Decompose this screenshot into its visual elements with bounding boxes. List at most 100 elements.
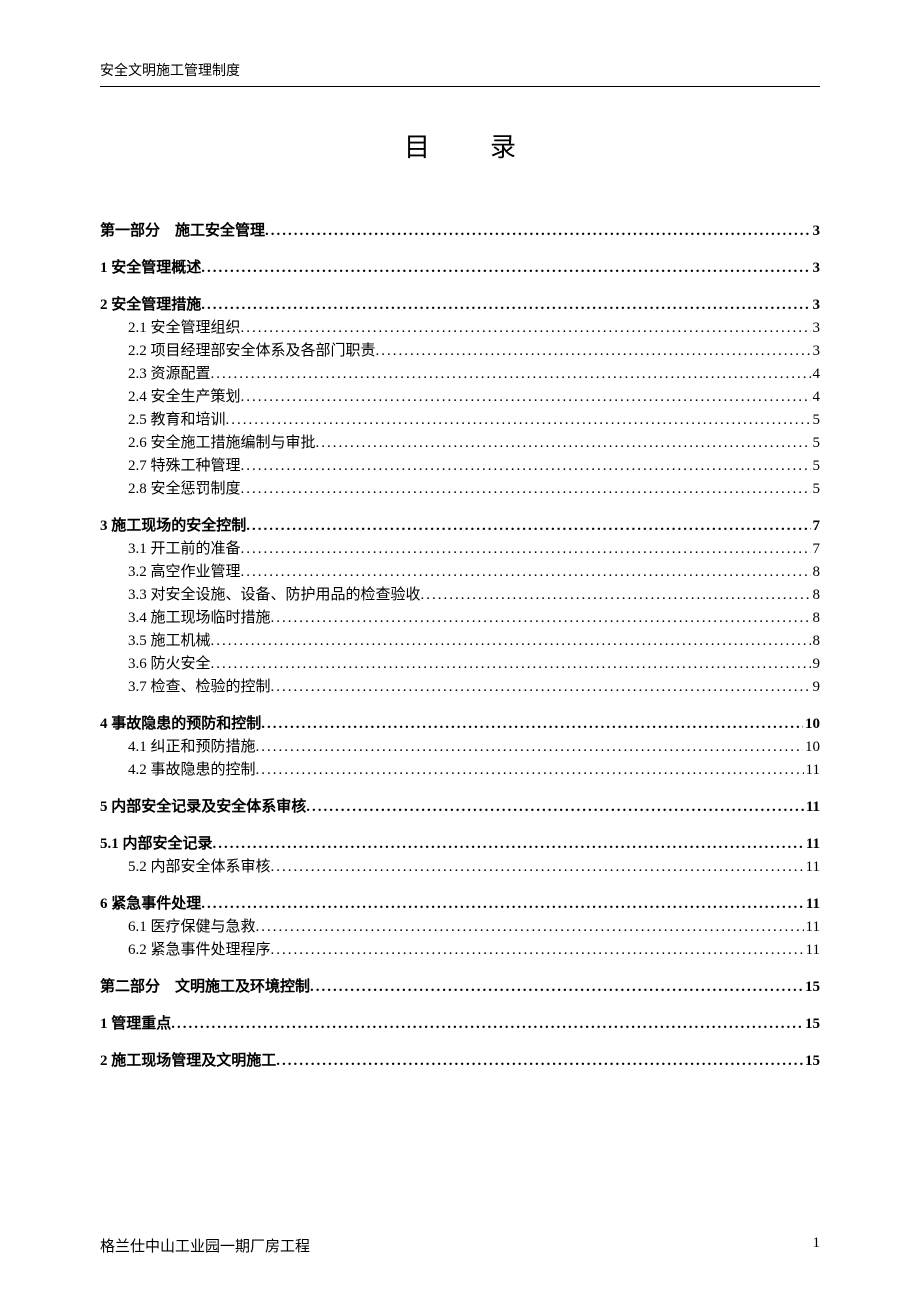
- toc-entry: 2.3 资源配置 4: [100, 367, 820, 382]
- toc-entry-page: 8: [811, 634, 821, 649]
- toc-entry: 第一部分 施工安全管理 3: [100, 224, 820, 239]
- toc-leader-dots: [256, 920, 804, 935]
- toc-entry-page: 15: [803, 1054, 820, 1069]
- toc-entry-label: 5 内部安全记录及安全体系审核: [100, 800, 306, 815]
- toc-leader-dots: [246, 519, 810, 534]
- toc-leader-dots: [261, 717, 803, 732]
- toc-entry-label: 3.7 检查、检验的控制: [128, 680, 271, 695]
- toc-leader-dots: [201, 298, 810, 313]
- toc-entry: 6.2 紧急事件处理程序 11: [100, 943, 820, 958]
- document-title: 目录: [100, 127, 820, 164]
- toc-entry-label: 2.5 教育和培训: [128, 413, 226, 428]
- toc-entry-label: 1 管理重点: [100, 1017, 171, 1032]
- toc-entry-page: 11: [804, 943, 820, 958]
- toc-entry: 3.1 开工前的准备 7: [100, 542, 820, 557]
- toc-entry: 3.2 高空作业管理8: [100, 565, 820, 580]
- toc-entry-label: 2.7 特殊工种管理: [128, 459, 241, 474]
- toc-entry-page: 8: [811, 611, 821, 626]
- toc-entry: 3.5 施工机械 8: [100, 634, 820, 649]
- toc-entry-page: 4: [811, 390, 821, 405]
- toc-entry: 2.1 安全管理组织 3: [100, 321, 820, 336]
- toc-entry-page: 5: [811, 459, 821, 474]
- toc-entry-page: 7: [811, 519, 821, 534]
- toc-entry-page: 3: [811, 298, 821, 313]
- toc-entry-page: 8: [811, 565, 821, 580]
- toc-entry: 3.3 对安全设施、设备、防护用品的检查验收8: [100, 588, 820, 603]
- toc-entry-label: 第一部分 施工安全管理: [100, 224, 265, 239]
- toc-leader-dots: [241, 565, 811, 580]
- toc-entry-page: 11: [804, 763, 820, 778]
- toc-leader-dots: [306, 800, 804, 815]
- toc-entry-page: 9: [811, 657, 821, 672]
- toc-entry: 2 施工现场管理及文明施工 15: [100, 1054, 820, 1069]
- toc-entry: 5 内部安全记录及安全体系审核11: [100, 800, 820, 815]
- toc-entry-label: 3.5 施工机械: [128, 634, 211, 649]
- toc-entry: 1 管理重点15: [100, 1017, 820, 1032]
- toc-leader-dots: [271, 943, 804, 958]
- toc-entry-label: 1 安全管理概述: [100, 261, 201, 276]
- toc-entry-label: 4 事故隐患的预防和控制: [100, 717, 261, 732]
- toc-leader-dots: [226, 413, 811, 428]
- toc-leader-dots: [271, 611, 811, 626]
- toc-leader-dots: [256, 740, 803, 755]
- toc-entry-page: 3: [811, 224, 821, 239]
- toc-entry-label: 6.2 紧急事件处理程序: [128, 943, 271, 958]
- toc-entry-label: 3 施工现场的安全控制: [100, 519, 246, 534]
- toc-entry: 2.4 安全生产策划4: [100, 390, 820, 405]
- toc-entry-page: 5: [811, 482, 821, 497]
- toc-entry: 第二部分 文明施工及环境控制15: [100, 980, 820, 995]
- toc-leader-dots: [241, 542, 811, 557]
- toc-entry: 4 事故隐患的预防和控制10: [100, 717, 820, 732]
- toc-leader-dots: [211, 634, 811, 649]
- toc-entry: 5.1 内部安全记录 11: [100, 837, 820, 852]
- toc-entry: 4.2 事故隐患的控制11: [100, 763, 820, 778]
- toc-entry: 2.7 特殊工种管理 5: [100, 459, 820, 474]
- toc-leader-dots: [376, 344, 811, 359]
- toc-entry: 2.8 安全惩罚制度 5: [100, 482, 820, 497]
- toc-leader-dots: [211, 367, 811, 382]
- toc-entry-label: 2.6 安全施工措施编制与审批: [128, 436, 316, 451]
- toc-entry-page: 5: [811, 436, 821, 451]
- toc-entry-label: 2.3 资源配置: [128, 367, 211, 382]
- toc-entry-page: 11: [804, 897, 820, 912]
- toc-entry-page: 11: [804, 837, 820, 852]
- toc-entry-label: 3.3 对安全设施、设备、防护用品的检查验收: [128, 588, 421, 603]
- toc-leader-dots: [171, 1017, 803, 1032]
- toc-entry-label: 4.1 纠正和预防措施: [128, 740, 256, 755]
- toc-leader-dots: [241, 459, 811, 474]
- toc-entry-page: 4: [811, 367, 821, 382]
- page: 安全文明施工管理制度 目录 第一部分 施工安全管理31 安全管理概述32 安全管…: [0, 0, 920, 1302]
- toc-leader-dots: [421, 588, 811, 603]
- toc-leader-dots: [271, 860, 804, 875]
- toc-entry-page: 5: [811, 413, 821, 428]
- toc-entry: 1 安全管理概述3: [100, 261, 820, 276]
- toc-entry-label: 2.2 项目经理部安全体系及各部门职责: [128, 344, 376, 359]
- toc-entry-label: 2.8 安全惩罚制度: [128, 482, 241, 497]
- page-footer: 格兰仕中山工业园一期厂房工程 1: [100, 1235, 820, 1256]
- toc-entry-page: 15: [803, 980, 820, 995]
- toc-leader-dots: [265, 224, 810, 239]
- header-rule: [100, 86, 820, 87]
- toc-leader-dots: [241, 321, 811, 336]
- toc-entry: 2.2 项目经理部安全体系及各部门职责3: [100, 344, 820, 359]
- footer-page-number: 1: [813, 1235, 821, 1256]
- toc-entry: 3 施工现场的安全控制 7: [100, 519, 820, 534]
- toc-leader-dots: [316, 436, 811, 451]
- toc-leader-dots: [256, 763, 804, 778]
- running-header: 安全文明施工管理制度: [100, 60, 820, 80]
- toc-entry: 6.1 医疗保健与急救11: [100, 920, 820, 935]
- toc-entry-label: 5.1 内部安全记录: [100, 837, 213, 852]
- toc-leader-dots: [271, 680, 811, 695]
- toc-entry-label: 3.4 施工现场临时措施: [128, 611, 271, 626]
- toc-leader-dots: [276, 1054, 803, 1069]
- toc-entry-label: 3.1 开工前的准备: [128, 542, 241, 557]
- toc-entry-page: 3: [811, 321, 821, 336]
- toc-entry-page: 9: [811, 680, 821, 695]
- toc-entry-label: 2 施工现场管理及文明施工: [100, 1054, 276, 1069]
- toc-entry: 2.5 教育和培训 5: [100, 413, 820, 428]
- toc-entry-page: 7: [811, 542, 821, 557]
- toc-leader-dots: [201, 897, 804, 912]
- toc-entry: 4.1 纠正和预防措施10: [100, 740, 820, 755]
- toc-entry-label: 2.1 安全管理组织: [128, 321, 241, 336]
- toc-entry: 3.6 防火安全9: [100, 657, 820, 672]
